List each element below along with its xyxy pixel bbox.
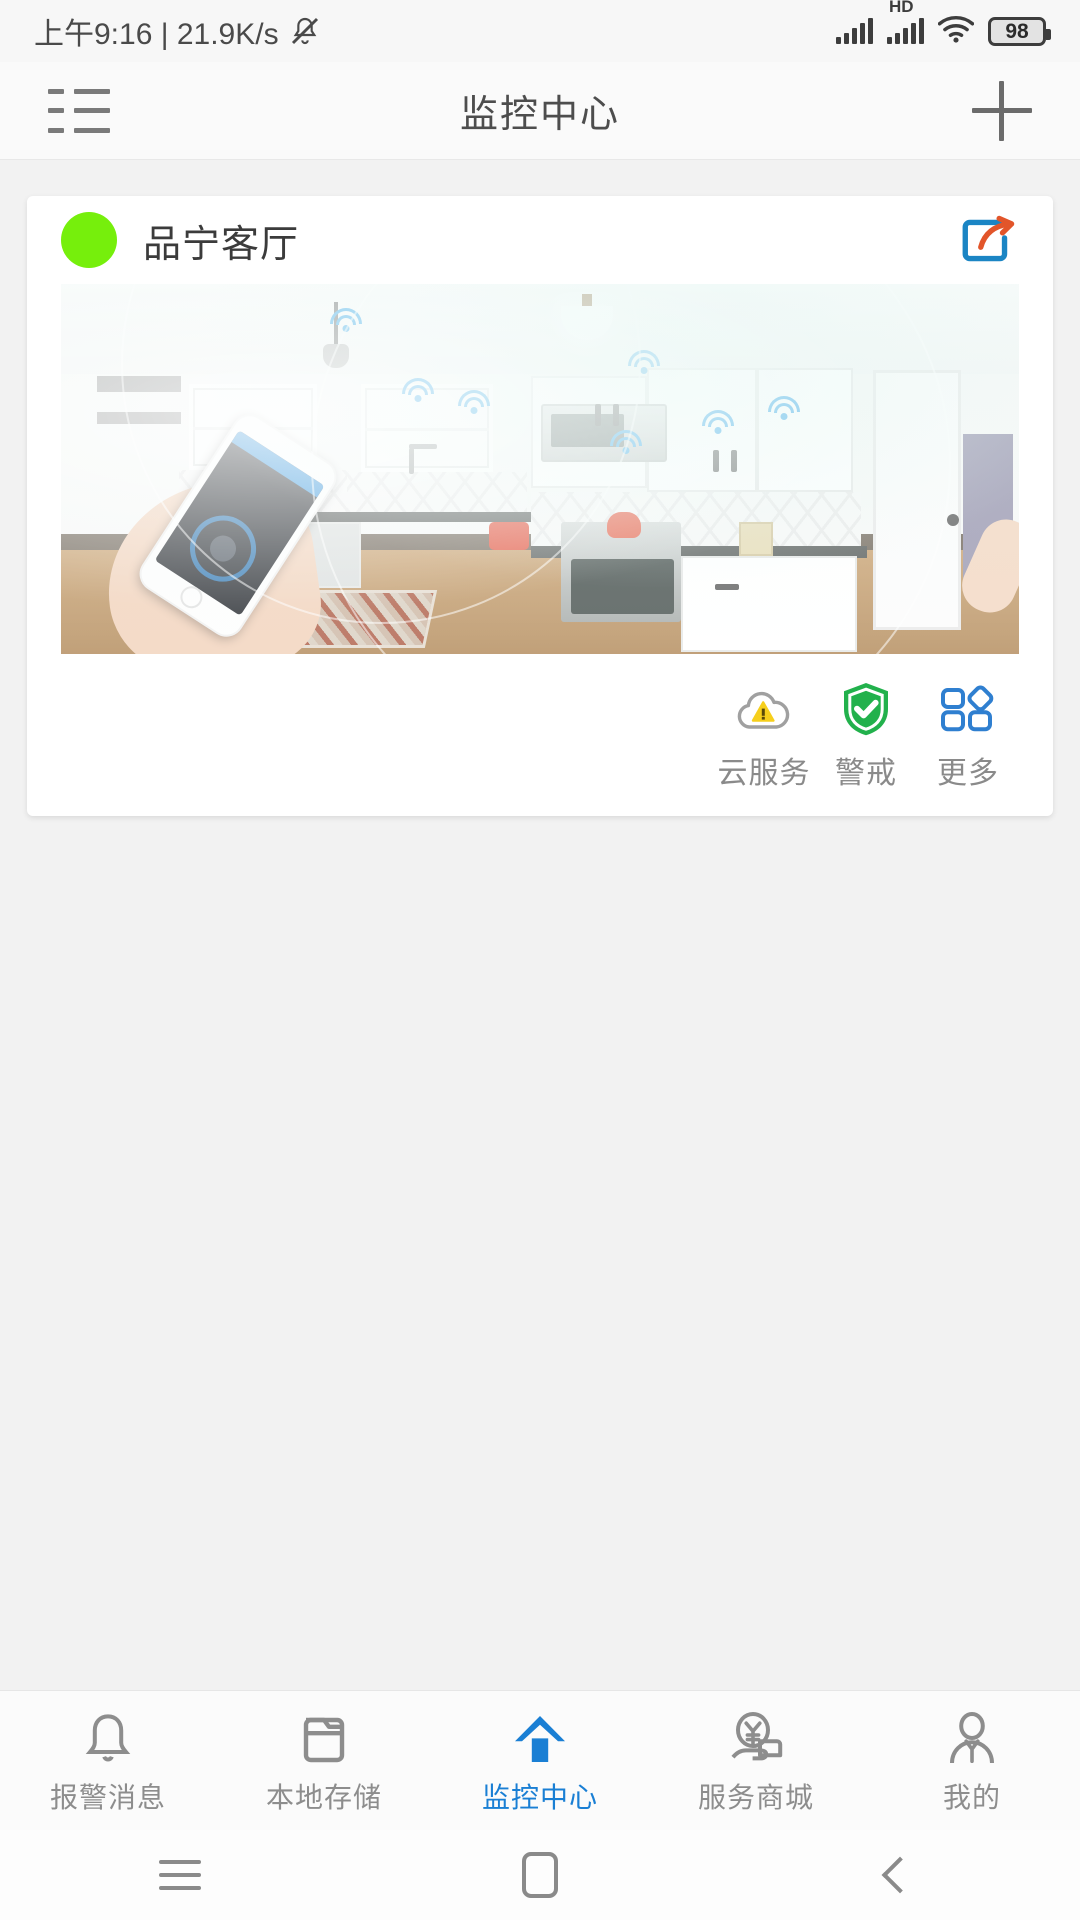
tab-service-mall[interactable]: 服务商城 bbox=[648, 1706, 864, 1816]
back-button[interactable] bbox=[840, 1830, 960, 1920]
device-card-header: 品宁客厅 bbox=[27, 196, 1053, 284]
hd-label: HD bbox=[889, 0, 914, 16]
device-card-actions: 云服务 警戒 更多 bbox=[713, 656, 1019, 816]
wifi-overlay-icon bbox=[329, 308, 363, 332]
home-button[interactable] bbox=[480, 1830, 600, 1920]
plus-icon[interactable] bbox=[972, 80, 1032, 141]
device-name: 品宁客厅 bbox=[143, 223, 300, 266]
page-title: 监控中心 bbox=[459, 94, 620, 136]
tab-profile[interactable]: 我的 bbox=[864, 1706, 1080, 1816]
signal-bars-icon bbox=[836, 18, 873, 44]
camera-preview[interactable] bbox=[61, 284, 1019, 654]
bell-muted-icon bbox=[289, 15, 321, 47]
person-icon bbox=[945, 1706, 999, 1768]
status-bar: 上午9:16 | 21.9K/s HD 98 bbox=[0, 0, 1080, 62]
wifi-overlay-icon bbox=[457, 390, 491, 414]
list-menu-icon[interactable] bbox=[48, 88, 110, 133]
tab-label: 本地存储 bbox=[265, 1781, 382, 1813]
wifi-icon bbox=[937, 15, 975, 48]
recents-icon bbox=[159, 1860, 201, 1890]
action-cloud-service[interactable]: 云服务 bbox=[713, 680, 815, 792]
action-label: 警戒 bbox=[835, 757, 897, 790]
home-icon bbox=[511, 1706, 569, 1768]
action-guard[interactable]: 警戒 bbox=[815, 680, 917, 792]
app-header: 监控中心 bbox=[0, 62, 1080, 160]
action-label: 更多 bbox=[937, 757, 999, 790]
home-square-icon bbox=[522, 1852, 558, 1898]
battery-indicator: 98 bbox=[988, 16, 1051, 46]
device-card[interactable]: 品宁客厅 云服务 警戒 更多 bbox=[27, 196, 1053, 816]
bottom-tab-bar: 报警消息 本地存储 监控中心 服务商城 我的 bbox=[0, 1690, 1080, 1830]
action-more[interactable]: 更多 bbox=[917, 680, 1019, 792]
tab-alarm-messages[interactable]: 报警消息 bbox=[0, 1706, 216, 1816]
recents-button[interactable] bbox=[120, 1830, 240, 1920]
yuan-hand-icon bbox=[727, 1706, 785, 1768]
grid-more-icon bbox=[939, 680, 997, 738]
status-bar-right: HD 98 bbox=[836, 0, 1051, 48]
shield-check-icon bbox=[838, 680, 894, 738]
tab-label: 我的 bbox=[942, 1781, 1001, 1813]
preview-scene bbox=[61, 284, 1019, 654]
app-screen: 上午9:16 | 21.9K/s HD 98 监控中心 品宁客厅 云服务 警戒 … bbox=[0, 0, 1080, 1920]
battery-level-text: 98 bbox=[1005, 19, 1029, 43]
bell-icon bbox=[81, 1706, 135, 1768]
hd-signal-bars-icon: HD bbox=[887, 0, 924, 44]
wifi-overlay-icon bbox=[401, 378, 435, 402]
cloud-warning-icon bbox=[732, 680, 796, 738]
wifi-overlay-icon bbox=[701, 410, 735, 434]
tab-label: 监控中心 bbox=[481, 1781, 598, 1813]
folder-icon bbox=[298, 1706, 350, 1768]
status-bar-left: 上午9:16 | 21.9K/s bbox=[34, 9, 321, 53]
status-badge bbox=[61, 212, 117, 268]
tab-label: 报警消息 bbox=[49, 1781, 166, 1813]
status-time-and-network-speed: 上午9:16 | 21.9K/s bbox=[34, 18, 279, 51]
share-external-icon[interactable] bbox=[957, 211, 1019, 269]
wifi-overlay-icon bbox=[609, 430, 643, 454]
wifi-overlay-icon bbox=[767, 396, 801, 420]
wifi-overlay-icon bbox=[627, 350, 661, 374]
system-navigation-bar bbox=[0, 1830, 1080, 1920]
action-label: 云服务 bbox=[717, 757, 811, 790]
tab-monitoring-center[interactable]: 监控中心 bbox=[432, 1706, 648, 1816]
back-chevron-icon bbox=[881, 1856, 919, 1894]
tab-local-storage[interactable]: 本地存储 bbox=[216, 1706, 432, 1816]
tab-label: 服务商城 bbox=[697, 1781, 814, 1813]
